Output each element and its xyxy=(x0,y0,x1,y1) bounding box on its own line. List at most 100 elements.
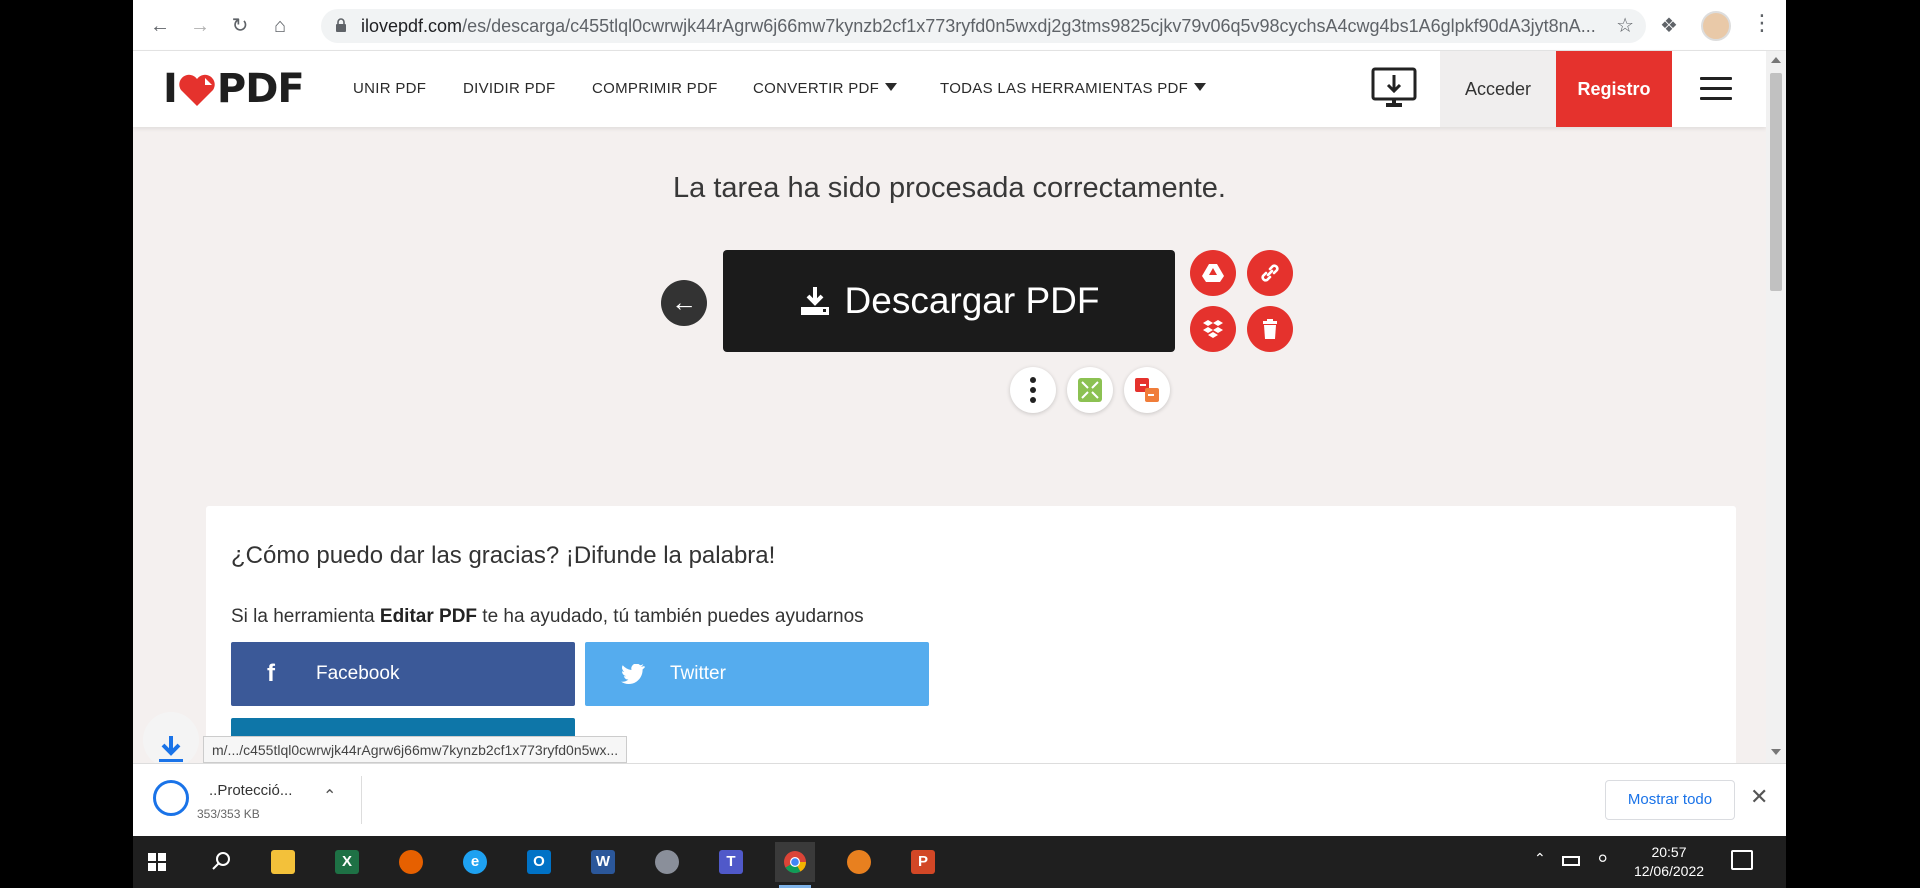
url-host: ilovepdf.com xyxy=(361,16,463,36)
divider xyxy=(361,776,362,824)
caret-down-icon xyxy=(1194,83,1207,91)
facebook-icon: f xyxy=(267,660,275,687)
word-taskbar[interactable]: W xyxy=(583,842,623,882)
google-drive-icon xyxy=(1202,264,1224,282)
address-bar[interactable]: ilovepdf.com/es/descarga/c455tlql0cwrwjk… xyxy=(321,9,1646,43)
nav-todas-herramientas[interactable]: TODAS LAS HERRAMIENTAS PDF xyxy=(940,51,1207,127)
file-explorer-taskbar[interactable] xyxy=(263,842,303,882)
download-label: Descargar PDF xyxy=(844,280,1100,321)
share-text: Si la herramienta Editar PDF te ha ayuda… xyxy=(231,606,864,628)
internet-explorer-icon: e xyxy=(463,850,487,874)
wifi-icon[interactable]: ⚪ xyxy=(1596,849,1609,869)
copy-link-button[interactable] xyxy=(1247,250,1293,296)
twitter-share-button[interactable]: Twitter xyxy=(585,642,929,706)
dropbox-icon xyxy=(1203,320,1223,338)
teams-icon: T xyxy=(719,850,743,874)
register-button[interactable]: Registro xyxy=(1556,51,1672,127)
notification-icon[interactable] xyxy=(1731,850,1753,870)
folder-icon xyxy=(271,850,295,874)
share-title: ¿Cómo puedo dar las gracias? ¡Difunde la… xyxy=(231,542,776,569)
search-button[interactable] xyxy=(201,842,241,882)
powerpoint-taskbar[interactable]: P xyxy=(903,842,943,882)
dropbox-button[interactable] xyxy=(1190,306,1236,352)
avatar[interactable] xyxy=(1701,11,1731,41)
download-shelf: ..Protecció... 353/353 KB ⌃ Mostrar todo… xyxy=(133,763,1786,836)
battery-icon[interactable] xyxy=(1562,856,1580,866)
chrome-icon xyxy=(784,851,806,873)
browser-menu-icon[interactable]: ⋮ xyxy=(1751,10,1773,36)
forward-arrow-icon[interactable]: → xyxy=(187,13,213,39)
clock-time: 20:57 xyxy=(1651,844,1687,860)
nav-comprimir-pdf[interactable]: COMPRIMIR PDF xyxy=(592,51,718,127)
twitter-icon xyxy=(621,664,645,684)
teams-taskbar[interactable]: T xyxy=(711,842,751,882)
windows-icon xyxy=(148,853,166,871)
nav-dividir-pdf[interactable]: DIVIDIR PDF xyxy=(463,51,555,127)
logo-text-pdf: PDF xyxy=(216,66,305,112)
file-progress-icon xyxy=(153,780,189,816)
screen: ← → ↻ ⌂ ilovepdf.com/es/descarga/c455tlq… xyxy=(133,0,1786,888)
scrollbar-thumb[interactable] xyxy=(1770,73,1782,291)
download-icon xyxy=(800,287,829,315)
back-button[interactable]: ← xyxy=(661,280,707,326)
excel-taskbar[interactable]: X xyxy=(327,842,367,882)
paint-taskbar[interactable] xyxy=(647,842,687,882)
nav-convertir-label: CONVERTIR PDF xyxy=(753,80,880,97)
page-title: La tarea ha sido procesada correctamente… xyxy=(673,172,1226,204)
download-file-size: 353/353 KB xyxy=(197,807,260,821)
ilovepdf-logo[interactable]: I PDF xyxy=(163,65,305,113)
facebook-label: Facebook xyxy=(316,663,400,684)
magnifier-icon xyxy=(847,850,871,874)
hamburger-menu-icon[interactable] xyxy=(1700,77,1732,101)
outlook-icon: O xyxy=(527,850,551,874)
desktop-download-icon[interactable] xyxy=(1371,67,1417,111)
word-icon: W xyxy=(591,850,615,874)
url-path: /es/descarga/c455tlql0cwrwjk44rAgrw6j66m… xyxy=(462,16,1596,36)
compress-tool-button[interactable] xyxy=(1067,367,1113,413)
outlook-taskbar[interactable]: O xyxy=(519,842,559,882)
extensions-icon[interactable]: ❖ xyxy=(1660,13,1678,38)
back-arrow-icon[interactable]: ← xyxy=(147,13,173,39)
floating-download-button[interactable] xyxy=(143,712,199,768)
heart-icon xyxy=(179,74,215,106)
scroll-down-arrow-icon[interactable] xyxy=(1771,749,1781,755)
internet-explorer-taskbar[interactable]: e xyxy=(455,842,495,882)
download-item[interactable]: ..Protecció... 353/353 KB ⌃ xyxy=(133,764,363,837)
download-arrow-icon xyxy=(159,736,183,762)
logo-text-i: I xyxy=(163,66,178,112)
twitter-label: Twitter xyxy=(670,663,726,684)
magnifier-taskbar[interactable] xyxy=(839,842,879,882)
firefox-taskbar[interactable] xyxy=(391,842,431,882)
facebook-share-button[interactable]: f Facebook xyxy=(231,642,575,706)
chevron-up-icon[interactable]: ⌃ xyxy=(323,786,336,806)
show-all-button[interactable]: Mostrar todo xyxy=(1605,780,1735,820)
url-text[interactable]: ilovepdf.com/es/descarga/c455tlql0cwrwjk… xyxy=(361,9,1601,43)
trash-icon xyxy=(1263,319,1277,339)
tray-chevron-up-icon[interactable]: ⌃ xyxy=(1534,850,1546,867)
start-button[interactable] xyxy=(137,842,177,882)
browser-toolbar: ← → ↻ ⌂ ilovepdf.com/es/descarga/c455tlq… xyxy=(133,0,1786,51)
nav-todas-label: TODAS LAS HERRAMIENTAS PDF xyxy=(940,80,1189,97)
more-options-button[interactable] xyxy=(1010,367,1056,413)
merge-tool-button[interactable] xyxy=(1124,367,1170,413)
site-header: I PDF UNIR PDF DIVIDIR PDF COMPRIMIR PDF … xyxy=(133,51,1766,127)
reload-icon[interactable]: ↻ xyxy=(227,13,253,39)
system-clock[interactable]: 20:57 12/06/2022 xyxy=(1621,843,1717,881)
share-text-before: Si la herramienta xyxy=(231,606,380,627)
home-icon[interactable]: ⌂ xyxy=(267,13,293,39)
nav-unir-pdf[interactable]: UNIR PDF xyxy=(353,51,426,127)
bookmark-star-icon[interactable]: ☆ xyxy=(1616,9,1634,43)
page-scrollbar[interactable] xyxy=(1766,51,1786,763)
close-icon[interactable]: ✕ xyxy=(1750,784,1768,810)
share-tool-name: Editar PDF xyxy=(379,606,478,627)
google-drive-button[interactable] xyxy=(1190,250,1236,296)
delete-button[interactable] xyxy=(1247,306,1293,352)
scroll-up-arrow-icon[interactable] xyxy=(1771,57,1781,63)
login-button[interactable]: Acceder xyxy=(1440,51,1556,127)
download-file-name: ..Protecció... xyxy=(209,782,293,799)
download-pdf-button[interactable]: Descargar PDF xyxy=(723,250,1175,352)
chrome-taskbar[interactable] xyxy=(775,842,815,888)
vertical-dots-icon xyxy=(1030,377,1036,403)
nav-convertir-pdf[interactable]: CONVERTIR PDF xyxy=(753,51,898,127)
firefox-icon xyxy=(399,850,423,874)
